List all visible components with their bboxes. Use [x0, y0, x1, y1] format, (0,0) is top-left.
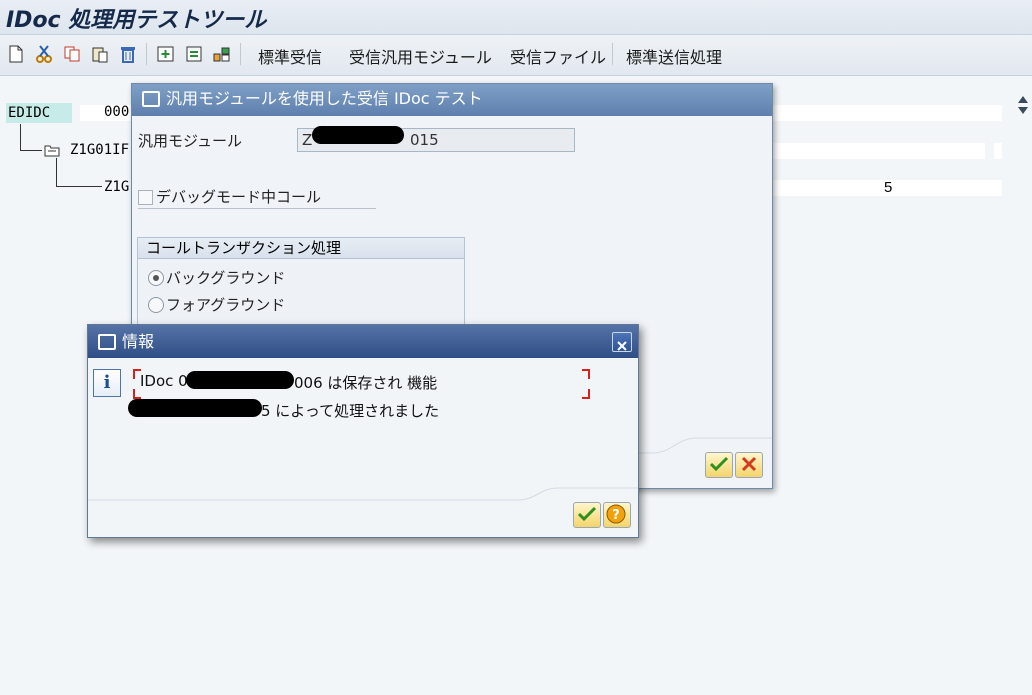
background-radio[interactable] [148, 270, 164, 286]
checkmark-icon [709, 456, 729, 472]
tree-connector [56, 186, 102, 187]
message-line-2-suffix: 5 によって処理されました [261, 402, 440, 420]
app-title: IDoc 処理用テストツール [6, 8, 267, 33]
delete-icon[interactable] [118, 44, 138, 64]
foreground-radio[interactable] [148, 297, 164, 313]
cancel-button[interactable] [735, 452, 763, 478]
z1g01if-field[interactable] [770, 143, 985, 159]
toolbar-separator [146, 43, 147, 65]
toolbar-separator [240, 43, 241, 65]
tree-connector [20, 124, 21, 150]
info-icon: i [93, 369, 121, 397]
scroll-up-icon[interactable] [1018, 96, 1028, 103]
tree-node-z1g01if[interactable]: Z1G01IF [70, 142, 129, 158]
dialog-window-icon [142, 90, 160, 107]
call-transaction-group-title: コールトランザクション処理 [138, 238, 464, 259]
standard-outbound-button[interactable]: 標準送信処理 [626, 44, 722, 68]
close-button[interactable] [612, 332, 632, 352]
scroll-down-icon[interactable] [1018, 107, 1028, 114]
selection-corner [133, 389, 141, 399]
function-module-value-prefix: Z [302, 131, 313, 149]
debug-mode-label: デバッグモード中コール [156, 188, 322, 206]
tree-connector [56, 158, 57, 186]
function-module-label: 汎用モジュール [138, 132, 242, 150]
dialog-title: 汎用モジュールを使用した受信 IDoc テスト [166, 89, 483, 108]
info-footer-wave [88, 487, 638, 501]
redaction-mark [186, 371, 294, 389]
selection-corner [582, 369, 590, 379]
standard-inbound-button[interactable]: 標準受信 [258, 44, 322, 68]
application-toolbar: 標準受信 受信汎用モジュール 受信ファイル 標準送信処理 [0, 35, 1032, 76]
info-dialog-header: 情報 [88, 325, 638, 358]
close-icon [617, 341, 627, 351]
title-bar: IDoc 処理用テストツール [0, 0, 1032, 35]
dialog-header: 汎用モジュールを使用した受信 IDoc テスト [132, 84, 772, 116]
selection-corner [582, 389, 590, 399]
message-line-1-prefix: IDoc 0 [140, 372, 188, 390]
execute-button[interactable] [705, 452, 733, 478]
z1g-value: 5 [884, 179, 893, 196]
cut-icon[interactable] [34, 44, 54, 64]
tree-node-edidc[interactable]: EDIDC [6, 103, 72, 123]
z1g01if-field-end [994, 143, 1002, 159]
continue-button[interactable] [573, 502, 601, 528]
inbound-file-button[interactable]: 受信ファイル [510, 44, 606, 68]
background-radio-label: バックグラウンド [166, 269, 286, 287]
help-button[interactable]: ? [603, 502, 631, 528]
svg-text:?: ? [612, 508, 620, 523]
insert-below-icon[interactable] [184, 44, 204, 64]
segment-icon[interactable] [212, 44, 232, 64]
cancel-x-icon [741, 456, 757, 472]
redaction-mark [312, 126, 404, 144]
new-document-icon[interactable] [6, 44, 26, 64]
tree-connector [20, 150, 42, 151]
message-line-1-suffix: 006 は保存され 機能 [294, 374, 438, 392]
help-icon: ? [606, 504, 626, 524]
info-dialog-title: 情報 [122, 332, 155, 351]
folder-icon [44, 145, 60, 157]
inbound-function-module-button[interactable]: 受信汎用モジュール [349, 44, 492, 68]
debug-mode-checkbox[interactable] [138, 190, 153, 205]
foreground-radio-label: フォアグラウンド [166, 296, 286, 314]
divider [138, 208, 376, 209]
edidc-value: 000 [104, 104, 130, 120]
tree-node-z1g[interactable]: Z1G [104, 179, 129, 195]
checkmark-icon [577, 506, 597, 522]
paste-icon[interactable] [90, 44, 110, 64]
dialog-window-icon [98, 333, 116, 350]
insert-icon[interactable] [156, 44, 176, 64]
toolbar-separator [612, 43, 613, 65]
redaction-mark [128, 399, 262, 417]
function-module-value-suffix: 015 [410, 131, 439, 149]
information-dialog: 情報 i IDoc 0 006 は保存され 機能 5 によって処理されました ? [87, 324, 639, 538]
copy-icon[interactable] [62, 44, 82, 64]
